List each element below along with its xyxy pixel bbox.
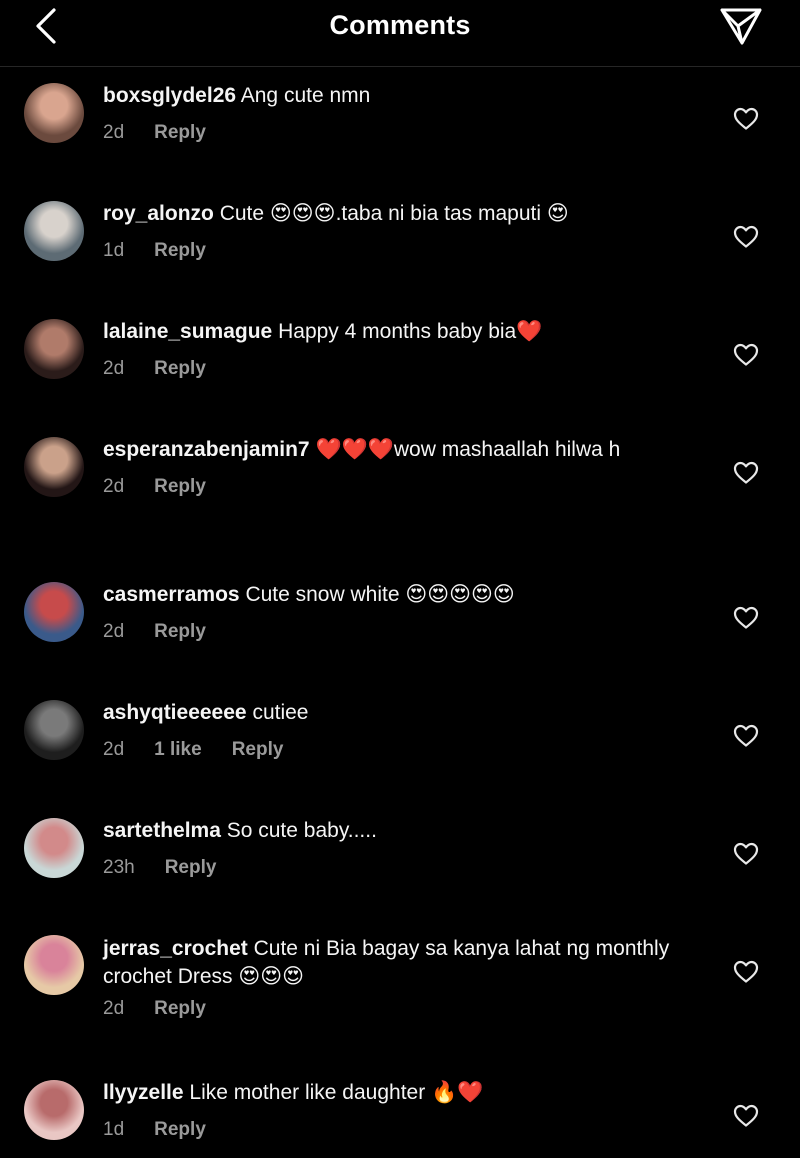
top-bar: Comments [0,0,800,67]
reply-button[interactable]: Reply [154,476,206,497]
comment-username[interactable]: casmerramos [103,583,240,606]
avatar[interactable] [24,582,84,642]
reply-button[interactable]: Reply [154,122,206,143]
comment-text: cutiee [252,701,309,724]
heart-icon[interactable] [733,606,759,630]
comment-meta: 2d Reply [103,476,206,498]
comment-username[interactable]: sartethelma [103,819,221,842]
comment-meta: 1d Reply [103,1119,206,1141]
comment-username[interactable]: lalaine_sumague [103,320,272,343]
comment-body: casmerramos Cute snow white 😍😍😍😍😍 [103,581,693,609]
comment-text: Happy 4 months baby bia❤️ [278,320,543,343]
avatar[interactable] [24,83,84,143]
comment-timestamp: 1d [103,1119,125,1140]
comment-body: llyyzelle Like mother like daughter 🔥❤️ [103,1079,693,1107]
avatar[interactable] [24,935,84,995]
paper-plane-icon[interactable] [718,5,764,47]
avatar[interactable] [24,201,84,261]
comment-meta: 2d Reply [103,122,206,144]
comment-body: boxsglydel26 Ang cute nmn [103,82,693,110]
comment-username[interactable]: esperanzabenjamin7 [103,438,310,461]
comment-meta: 2d Reply [103,621,206,643]
comment-text: Cute snow white 😍😍😍😍😍 [245,583,515,606]
avatar[interactable] [24,1080,84,1140]
comment-username[interactable]: roy_alonzo [103,202,214,225]
comment-timestamp: 2d [103,621,125,642]
comment-timestamp: 2d [103,358,125,379]
comment-like-count[interactable]: 1 like [154,739,202,760]
comment-meta: 1d Reply [103,240,206,262]
comment-timestamp: 2d [103,998,125,1019]
comment-body: lalaine_sumague Happy 4 months baby bia❤… [103,318,693,346]
comment-meta: 23h Reply [103,857,216,879]
reply-button[interactable]: Reply [154,240,206,261]
comment-body: esperanzabenjamin7 ❤️❤️❤️wow mashaallah … [103,436,693,464]
comment-meta: 2d 1 like Reply [103,739,283,761]
avatar[interactable] [24,319,84,379]
comment-username[interactable]: jerras_crochet [103,937,248,960]
heart-icon[interactable] [733,461,759,485]
heart-icon[interactable] [733,225,759,249]
heart-icon[interactable] [733,1104,759,1128]
comment-text: So cute baby..... [226,819,377,842]
reply-button[interactable]: Reply [232,739,284,760]
comment-text: Ang cute nmn [240,84,371,107]
comment-body: roy_alonzo Cute 😍😍😍.taba ni bia tas mapu… [103,200,693,228]
comment-username[interactable]: ashyqtieeeeee [103,701,247,724]
heart-icon[interactable] [733,960,759,984]
comment-timestamp: 23h [103,857,135,878]
comment-username[interactable]: boxsglydel26 [103,84,236,107]
comment-body: jerras_crochet Cute ni Bia bagay sa kany… [103,935,693,991]
comment-timestamp: 2d [103,739,125,760]
comment-username[interactable]: llyyzelle [103,1081,184,1104]
page-title: Comments [329,10,471,40]
comment-text: ❤️❤️❤️wow mashaallah hilwa h [315,438,621,461]
reply-button[interactable]: Reply [154,1119,206,1140]
comment-text: Like mother like daughter 🔥❤️ [189,1081,484,1104]
heart-icon[interactable] [733,107,759,131]
heart-icon[interactable] [733,343,759,367]
comment-meta: 2d Reply [103,998,206,1020]
comment-text: Cute 😍😍😍.taba ni bia tas maputi 😍 [219,202,569,225]
reply-button[interactable]: Reply [154,621,206,642]
comment-body: sartethelma So cute baby..... [103,817,693,845]
reply-button[interactable]: Reply [154,998,206,1019]
reply-button[interactable]: Reply [154,358,206,379]
comment-meta: 2d Reply [103,358,206,380]
heart-icon[interactable] [733,842,759,866]
reply-button[interactable]: Reply [165,857,217,878]
heart-icon[interactable] [733,724,759,748]
comment-timestamp: 1d [103,240,125,261]
avatar[interactable] [24,437,84,497]
comment-timestamp: 2d [103,476,125,497]
comment-body: ashyqtieeeeee cutiee [103,699,693,727]
avatar[interactable] [24,818,84,878]
comment-timestamp: 2d [103,122,125,143]
avatar[interactable] [24,700,84,760]
